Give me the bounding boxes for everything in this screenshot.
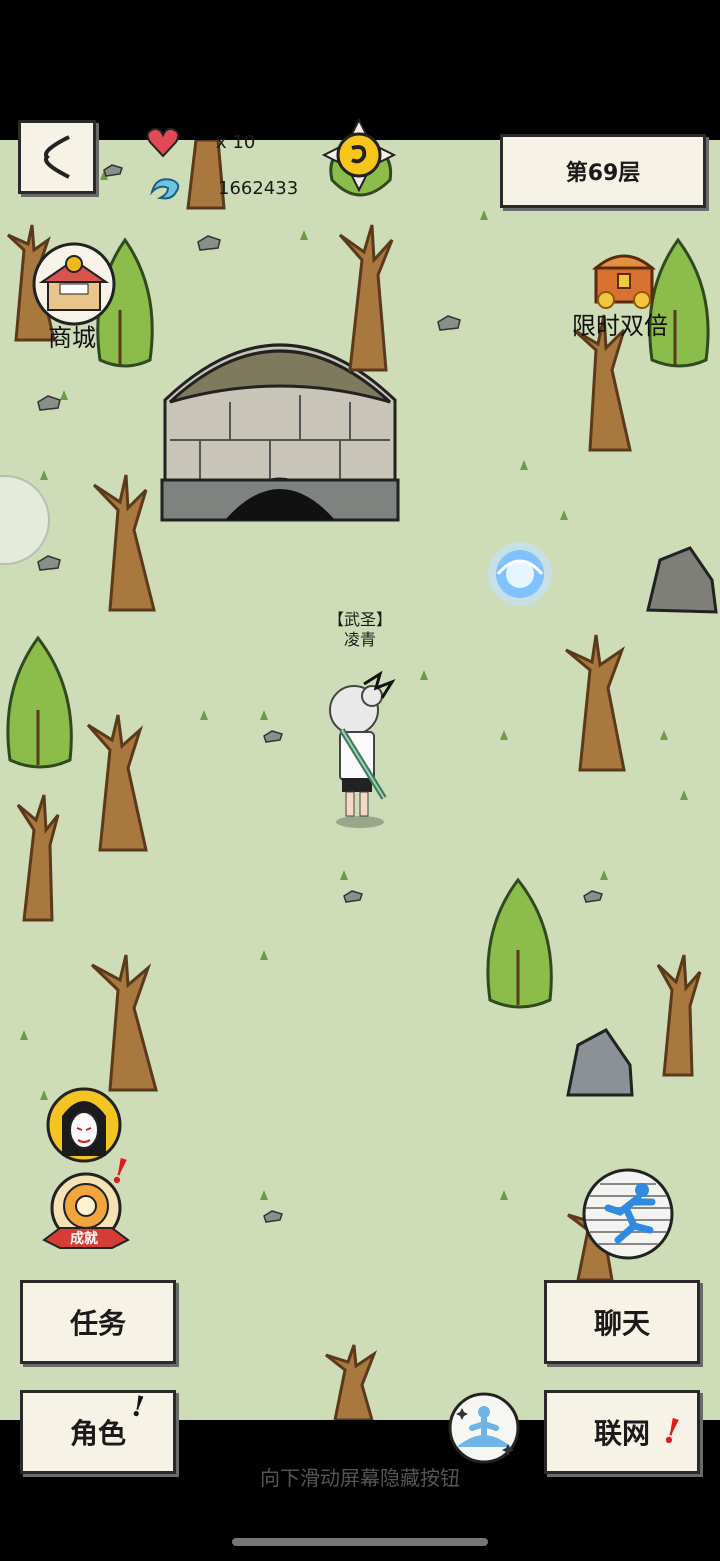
floor-indicator: 第69层 [500,134,706,208]
lives-count: x 10 [216,132,256,153]
task-button[interactable]: 任务 [20,1280,176,1364]
home-indicator[interactable] [232,1538,488,1546]
achievement-label: 成就 [70,1231,98,1247]
meditate-button[interactable] [446,1390,522,1466]
sprint-button[interactable] [578,1168,678,1260]
npc-avatar-icon[interactable] [42,1086,126,1164]
character-name-tag: 【武圣】 凌青 [300,610,420,650]
heart-icon [146,126,180,160]
back-icon [44,135,70,179]
hide-buttons-hint: 向下滑动屏幕隐藏按钮 [260,1466,460,1490]
character-name: 凌青 [343,630,376,649]
currency-count: 1662433 [218,178,299,199]
sprint-icon [582,1168,674,1260]
portal-icon[interactable] [484,538,556,610]
back-button[interactable] [18,120,96,194]
double-reward-label: 限时双倍 [572,312,668,340]
player-character[interactable] [320,670,400,830]
double-reward-button[interactable]: 限时双倍 [570,240,680,340]
chat-button[interactable]: 聊天 [544,1280,700,1364]
shop-icon [32,242,116,326]
meditate-icon [448,1392,520,1464]
shop-button[interactable]: 商城 [26,240,122,352]
character-title: 【武圣】 [327,610,392,629]
shop-label: 商城 [48,324,96,352]
sun-icon[interactable] [321,117,397,193]
spirit-icon [146,172,186,206]
treasure-icon [591,254,657,309]
